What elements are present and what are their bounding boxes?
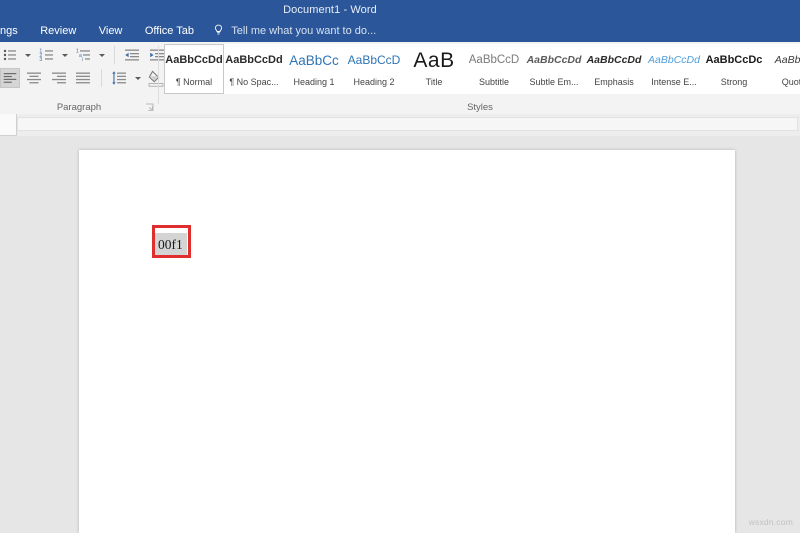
ribbon-tab-strip: ngs Review View Office Tab Tell me what … [0, 20, 800, 42]
style-name: Emphasis [594, 77, 634, 87]
style-name: Heading 2 [353, 77, 395, 87]
multilevel-list-icon[interactable]: 1 a i [74, 45, 94, 65]
style-name: Quote [781, 77, 800, 87]
style-preview: AaBbCcDd [526, 54, 582, 66]
style-item-normal[interactable]: AaBbCcDd ¶ Normal [164, 44, 224, 94]
align-right-icon[interactable] [49, 68, 69, 88]
style-name: Title [425, 77, 443, 87]
lightbulb-icon [213, 24, 224, 36]
style-name: Strong [720, 77, 748, 87]
selected-text[interactable]: 00f1 [155, 233, 187, 257]
style-item-heading-2[interactable]: AaBbCcD Heading 2 [344, 44, 404, 94]
document-text-line[interactable]: 00f1 [155, 233, 187, 257]
style-preview: AaBbCcDd [648, 54, 700, 66]
style-preview: AaBbCcDd [225, 54, 283, 66]
line-spacing-dropdown-caret[interactable] [134, 68, 142, 88]
horizontal-ruler[interactable] [0, 114, 800, 137]
tab-stop-selector[interactable] [0, 114, 17, 136]
bullet-list-icon[interactable] [0, 45, 20, 65]
style-name: Heading 1 [293, 77, 335, 87]
document-page[interactable]: 00f1 [79, 150, 735, 533]
tab-mailings-clipped[interactable]: ngs [0, 20, 27, 42]
ribbon: 1 2 3 1 a i Paragraph AaBbCcDd ¶ Normal … [0, 42, 800, 115]
watermark: wsxdn.com [748, 517, 793, 527]
tell-me-search[interactable]: Tell me what you want to do... [207, 20, 376, 42]
tell-me-label: Tell me what you want to do... [231, 25, 377, 37]
style-item-subtitle[interactable]: AaBbCcD Subtitle [464, 44, 524, 94]
toolbar-separator [113, 46, 115, 64]
style-name: Intense E... [651, 77, 697, 87]
line-spacing-icon[interactable] [109, 68, 129, 88]
align-left-icon[interactable] [0, 68, 20, 88]
numbered-list-icon[interactable]: 1 2 3 [37, 45, 57, 65]
style-preview: AaBbCcD [347, 53, 401, 67]
style-preview: AaBbCc [289, 53, 339, 68]
ruler-track[interactable] [17, 117, 798, 131]
style-item-no-spac[interactable]: AaBbCcDd ¶ No Spac... [224, 44, 284, 94]
ribbon-group-paragraph: 1 2 3 1 a i Paragraph [0, 42, 218, 114]
style-name: Subtitle [478, 77, 510, 87]
paragraph-dialog-launcher-icon[interactable] [145, 103, 154, 112]
numbering-dropdown-caret[interactable] [61, 45, 69, 65]
tab-office-tab[interactable]: Office Tab [136, 20, 203, 42]
style-item-strong[interactable]: AaBbCcDc Strong [704, 44, 764, 94]
paragraph-group-label: Paragraph [56, 102, 102, 113]
align-justify-icon[interactable] [73, 68, 93, 88]
style-item-subtle-em[interactable]: AaBbCcDd Subtle Em... [524, 44, 584, 94]
style-item-title[interactable]: AaB Title [404, 44, 464, 94]
style-item-emphasis[interactable]: AaBbCcDd Emphasis [584, 44, 644, 94]
style-preview: AaBbCcDd [586, 54, 642, 66]
styles-gallery[interactable]: AaBbCcDd ¶ Normal AaBbCcDd ¶ No Spac... AaBb… [164, 44, 800, 96]
tab-view[interactable]: View [90, 20, 132, 42]
style-item-heading-1[interactable]: AaBbCc Heading 1 [284, 44, 344, 94]
style-preview: AaBbCcDd [165, 54, 223, 66]
multilevel-list-dropdown-caret[interactable] [98, 45, 106, 65]
style-preview: AaBbCc [774, 54, 800, 66]
style-name: ¶ Normal [175, 77, 213, 87]
style-name: ¶ No Spac... [229, 77, 279, 87]
word-application-window: Document1 - Word ngs Review View Office … [0, 0, 800, 533]
svg-text:i: i [81, 57, 82, 63]
window-title: Document1 - Word [283, 4, 377, 16]
decrease-indent-icon[interactable] [122, 45, 142, 65]
align-center-icon[interactable] [24, 68, 44, 88]
style-preview: AaBbCcD [468, 54, 520, 66]
bullets-dropdown-caret[interactable] [24, 45, 32, 65]
styles-group-label: Styles [467, 102, 493, 113]
document-canvas[interactable]: 00f1 wsxdn.com [0, 136, 800, 533]
style-item-quote[interactable]: AaBbCc Quote [764, 44, 800, 94]
title-bar: Document1 - Word [0, 0, 800, 20]
style-item-intense-e[interactable]: AaBbCcDd Intense E... [644, 44, 704, 94]
style-preview: AaBbCcDc [705, 54, 763, 66]
style-preview: AaB [413, 49, 455, 72]
ribbon-group-styles: AaBbCcDd ¶ Normal AaBbCcDd ¶ No Spac... AaBb… [160, 42, 800, 114]
tab-review[interactable]: Review [31, 20, 85, 42]
svg-text:3: 3 [39, 57, 42, 63]
toolbar-separator [100, 69, 102, 87]
style-name: Subtle Em... [529, 77, 579, 87]
ribbon-group-separator [158, 46, 159, 104]
